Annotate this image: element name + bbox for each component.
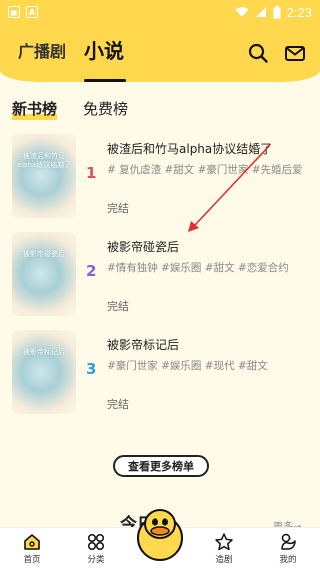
- rank-number: 2: [86, 262, 97, 280]
- ranking-tabs: 新书榜 免费榜: [12, 98, 128, 120]
- book-tags: # 复仇虐渣 #甜文 #豪门世家 #先婚后爱: [107, 164, 303, 176]
- clock: 2:23: [286, 4, 312, 20]
- nav-me[interactable]: 我的: [266, 532, 310, 565]
- nav-label: 分类: [87, 555, 105, 565]
- book-item-3[interactable]: 被影帝标记后 3 被影帝标记后 #豪门世家 #娱乐圈 #现代 #甜文 完结: [0, 330, 320, 426]
- search-icon[interactable]: [247, 42, 269, 64]
- duck-mascot-icon[interactable]: [133, 504, 187, 564]
- wifi-icon: [235, 7, 249, 17]
- rank-number: 1: [86, 164, 97, 182]
- tab-free-books[interactable]: 免费榜: [83, 98, 128, 119]
- book-cover[interactable]: 被影帝碰瓷后: [12, 232, 76, 316]
- tab-broadcast-drama[interactable]: 广播剧: [18, 38, 66, 62]
- star-icon: [215, 533, 233, 551]
- book-tags: #情有独钟 #娱乐圈 #甜文 #恋爱合约: [107, 262, 289, 274]
- mail-icon[interactable]: [284, 42, 306, 64]
- active-tab-indicator: [84, 79, 126, 82]
- book-tags: #豪门世家 #娱乐圈 #现代 #甜文: [107, 360, 268, 372]
- book-title[interactable]: 被渣后和竹马alpha协议结婚了: [107, 140, 272, 157]
- home-icon: [24, 534, 40, 550]
- nav-label: 首页: [23, 555, 41, 565]
- top-header: 广播剧 小说: [0, 24, 320, 82]
- app-notification-icon: ▣: [8, 6, 20, 18]
- book-item-1[interactable]: 被渣后和竹马alpha协议结婚了 1 被渣后和竹马alpha协议结婚了 # 复仇…: [0, 134, 320, 230]
- nav-label: 造剧: [215, 555, 233, 565]
- book-cover[interactable]: 被影帝标记后: [12, 330, 76, 414]
- nav-home[interactable]: 首页: [10, 532, 54, 565]
- status-bar: ▣ A 2:23: [0, 0, 320, 24]
- book-title[interactable]: 被影帝标记后: [107, 336, 179, 353]
- rank-number: 3: [86, 360, 97, 378]
- tab-novel[interactable]: 小说: [84, 35, 124, 64]
- nav-make-drama[interactable]: 造剧: [202, 532, 246, 565]
- book-status: 完结: [107, 300, 129, 313]
- book-status: 完结: [107, 202, 129, 215]
- battery-icon: [273, 5, 281, 18]
- signal-icon: [255, 7, 266, 17]
- grid-icon: [87, 533, 105, 551]
- nav-category[interactable]: 分类: [74, 532, 118, 565]
- book-cover[interactable]: 被渣后和竹马alpha协议结婚了: [12, 134, 76, 218]
- duckling-icon: [281, 533, 296, 550]
- app-a-notification-icon: A: [26, 6, 38, 18]
- book-status: 完结: [107, 398, 129, 411]
- book-item-2[interactable]: 被影帝碰瓷后 2 被影帝碰瓷后 #情有独钟 #娱乐圈 #甜文 #恋爱合约 完结: [0, 232, 320, 328]
- nav-label: 我的: [279, 555, 297, 565]
- book-title[interactable]: 被影帝碰瓷后: [107, 238, 179, 255]
- tab-new-books[interactable]: 新书榜: [12, 98, 58, 120]
- view-more-rankings-button[interactable]: 查看更多榜单: [113, 455, 209, 477]
